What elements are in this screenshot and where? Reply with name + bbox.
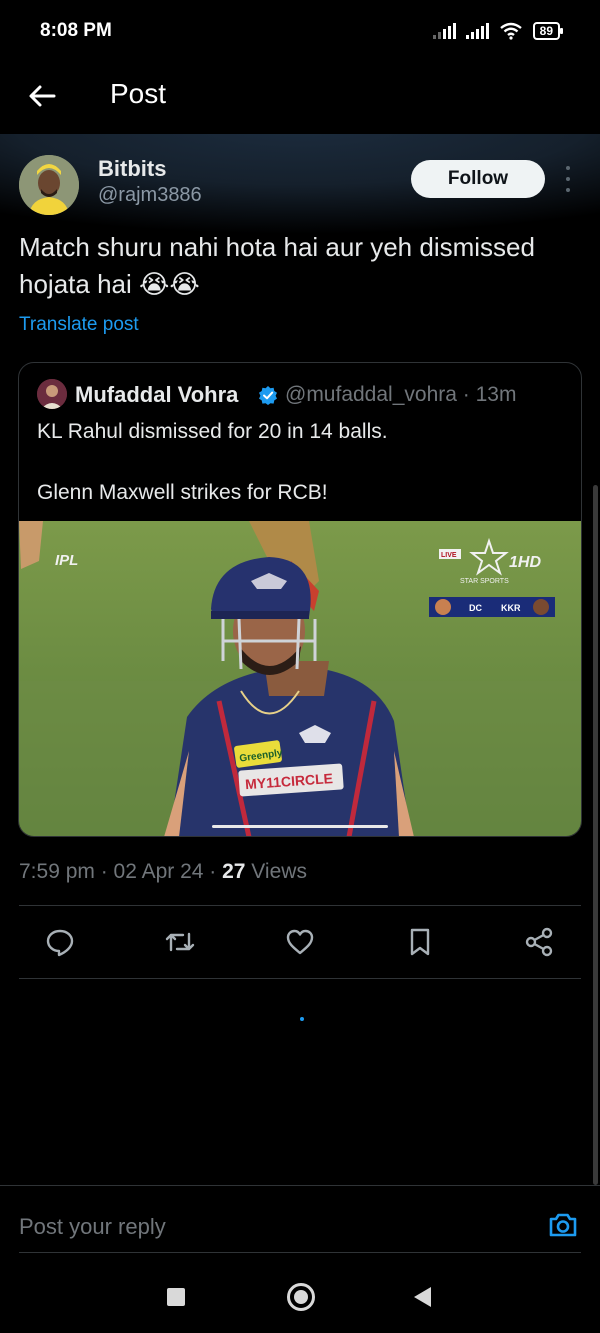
- channel-logo: 1HD: [509, 554, 541, 571]
- scrollbar-thumb[interactable]: [593, 485, 598, 1185]
- page-title: Post: [110, 78, 167, 109]
- post-text: Match shuru nahi hota hai aur yeh dismis…: [19, 232, 535, 299]
- system-nav-bar: [0, 1265, 600, 1333]
- reply-underline: [19, 1252, 581, 1253]
- share-icon[interactable]: [517, 920, 561, 964]
- views-label: Views: [245, 860, 307, 883]
- status-icons: 89: [432, 22, 564, 40]
- nav-back-icon[interactable]: [414, 1287, 431, 1307]
- quoted-post[interactable]: Mufaddal Vohra @mufaddal_vohra · 13m KL …: [18, 362, 582, 837]
- action-bar: [0, 920, 600, 964]
- ipl-logo: IPL: [55, 552, 78, 569]
- quote-avatar: [37, 379, 67, 409]
- views-count[interactable]: 27: [222, 860, 245, 883]
- channel-subtitle: STAR SPORTS: [460, 578, 509, 585]
- reply-icon[interactable]: [38, 920, 82, 964]
- follow-button[interactable]: Follow: [411, 160, 545, 198]
- camera-icon[interactable]: [547, 1209, 579, 1241]
- status-time: 8:08 PM: [40, 20, 112, 41]
- author-name[interactable]: Bitbits: [98, 156, 166, 182]
- status-bar: 8:08 PM 89: [0, 0, 600, 66]
- like-icon[interactable]: [278, 920, 322, 964]
- translate-post-link[interactable]: Translate post: [19, 314, 139, 336]
- quote-text-line: Glenn Maxwell strikes for RCB!: [37, 481, 328, 504]
- divider: [19, 978, 581, 979]
- quote-text-line: KL Rahul dismissed for 20 in 14 balls.: [37, 420, 388, 443]
- bookmark-icon[interactable]: [398, 920, 442, 964]
- live-badge: LIVE: [441, 552, 457, 559]
- battery-indicator: 89: [532, 22, 564, 40]
- quote-author-handle: @mufaddal_vohra · 13m: [285, 383, 517, 406]
- verified-badge-icon: [259, 386, 277, 405]
- back-arrow-icon[interactable]: [26, 80, 58, 112]
- signal-icon-2: [465, 23, 489, 39]
- quote-author-name: Mufaddal Vohra: [75, 382, 239, 407]
- reply-bar: [0, 1185, 600, 1265]
- post-meta: 7:59 pm · 02 Apr 24 · 27 Views: [19, 860, 307, 884]
- team-1-label: DC: [469, 603, 482, 613]
- team-2-label: KKR: [501, 603, 521, 613]
- avatar[interactable]: [19, 155, 79, 215]
- author-handle[interactable]: @rajm3886: [98, 184, 202, 207]
- app-bar: Post: [0, 66, 600, 134]
- home-icon[interactable]: [287, 1283, 315, 1311]
- post-timestamp: 7:59 pm · 02 Apr 24 ·: [19, 860, 223, 883]
- quote-media-image[interactable]: Greenply MY11CIRCLE IPL LIVE 1HD STAR SP…: [19, 521, 581, 836]
- more-options-icon[interactable]: [560, 166, 576, 192]
- repost-icon[interactable]: [158, 920, 202, 964]
- loading-indicator: [300, 1017, 304, 1021]
- reply-input[interactable]: [19, 1210, 519, 1244]
- wifi-icon: [499, 22, 522, 40]
- divider: [19, 905, 581, 906]
- recent-apps-icon[interactable]: [167, 1288, 185, 1306]
- signal-icon: [432, 23, 456, 39]
